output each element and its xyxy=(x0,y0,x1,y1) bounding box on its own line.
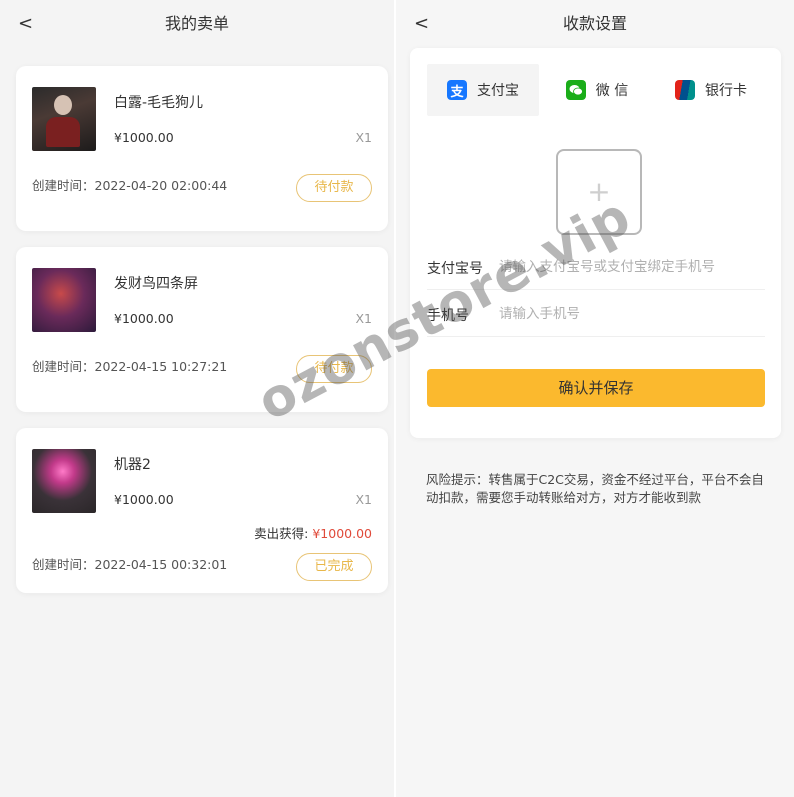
created-time: 创建时间：2022-04-15 00:32:01 xyxy=(32,557,228,572)
payment-settings-panel: < 收款设置 支 支付宝 微 信 银行卡 + 支付宝号 请输入支付宝号或支付宝绑… xyxy=(396,0,794,797)
product-name: 白露-毛毛狗儿 xyxy=(114,95,204,111)
tab-label: 银行卡 xyxy=(705,83,747,99)
earnings-amount: ¥1000.00 xyxy=(312,526,372,541)
confirm-save-button[interactable]: 确认并保存 xyxy=(427,369,765,407)
product-quantity: X1 xyxy=(355,492,372,507)
product-price: ¥1000.00 xyxy=(114,492,174,507)
product-price: ¥1000.00 xyxy=(114,311,174,326)
product-quantity: X1 xyxy=(355,311,372,326)
alipay-account-input[interactable] xyxy=(499,254,763,280)
status-button[interactable]: 待付款 xyxy=(296,355,372,383)
field-label: 手机号 xyxy=(427,308,469,324)
tab-label: 微 信 xyxy=(595,83,629,99)
tab-bank-card[interactable]: 银行卡 xyxy=(655,64,767,116)
plus-icon: + xyxy=(587,175,611,208)
earnings-label: 卖出获得: xyxy=(254,526,309,541)
product-image xyxy=(32,268,96,332)
risk-notice: 风险提示：转售属于C2C交易，资金不经过平台，平台不会自动扣款，需要您手动转账给… xyxy=(426,472,764,505)
phone-input[interactable] xyxy=(499,301,763,327)
sell-orders-panel: < 我的卖单 白露-毛毛狗儿 ¥1000.00 X1 创建时间：2022-04-… xyxy=(0,0,394,797)
payment-method-tabs: 支 支付宝 微 信 银行卡 xyxy=(427,64,767,116)
created-time: 创建时间：2022-04-20 02:00:44 xyxy=(32,178,228,193)
qr-upload-button[interactable]: + xyxy=(556,149,642,235)
product-quantity: X1 xyxy=(355,130,372,145)
order-card[interactable]: 机器2 ¥1000.00 X1 卖出获得: ¥1000.00 创建时间：2022… xyxy=(16,428,388,593)
field-label: 支付宝号 xyxy=(427,261,483,277)
page-title: 我的卖单 xyxy=(164,14,229,33)
created-time: 创建时间：2022-04-15 10:27:21 xyxy=(32,359,228,374)
product-image xyxy=(32,87,96,151)
alipay-account-field: 支付宝号 xyxy=(427,244,765,290)
tab-wechat[interactable]: 微 信 xyxy=(541,64,653,116)
alipay-icon: 支 xyxy=(447,80,467,100)
nav-bar: < 我的卖单 xyxy=(0,0,394,48)
phone-field: 手机号 xyxy=(427,291,765,337)
unionpay-icon xyxy=(675,80,695,100)
wechat-icon xyxy=(565,80,586,100)
product-image xyxy=(32,449,96,513)
sale-earnings: 卖出获得: ¥1000.00 xyxy=(254,523,372,542)
tab-alipay[interactable]: 支 支付宝 xyxy=(427,64,539,116)
order-card[interactable]: 白露-毛毛狗儿 ¥1000.00 X1 创建时间：2022-04-20 02:0… xyxy=(16,66,388,231)
page-title: 收款设置 xyxy=(562,14,627,33)
nav-bar: < 收款设置 xyxy=(396,0,794,48)
order-card[interactable]: 发财鸟四条屏 ¥1000.00 X1 创建时间：2022-04-15 10:27… xyxy=(16,247,388,412)
status-button[interactable]: 待付款 xyxy=(296,174,372,202)
payment-form-card: 支 支付宝 微 信 银行卡 + 支付宝号 手机号 确认并保 xyxy=(410,48,781,438)
product-name: 机器2 xyxy=(114,457,151,473)
product-price: ¥1000.00 xyxy=(114,130,174,145)
tab-label: 支付宝 xyxy=(477,83,519,99)
status-button[interactable]: 已完成 xyxy=(296,553,372,581)
product-name: 发财鸟四条屏 xyxy=(114,276,198,292)
